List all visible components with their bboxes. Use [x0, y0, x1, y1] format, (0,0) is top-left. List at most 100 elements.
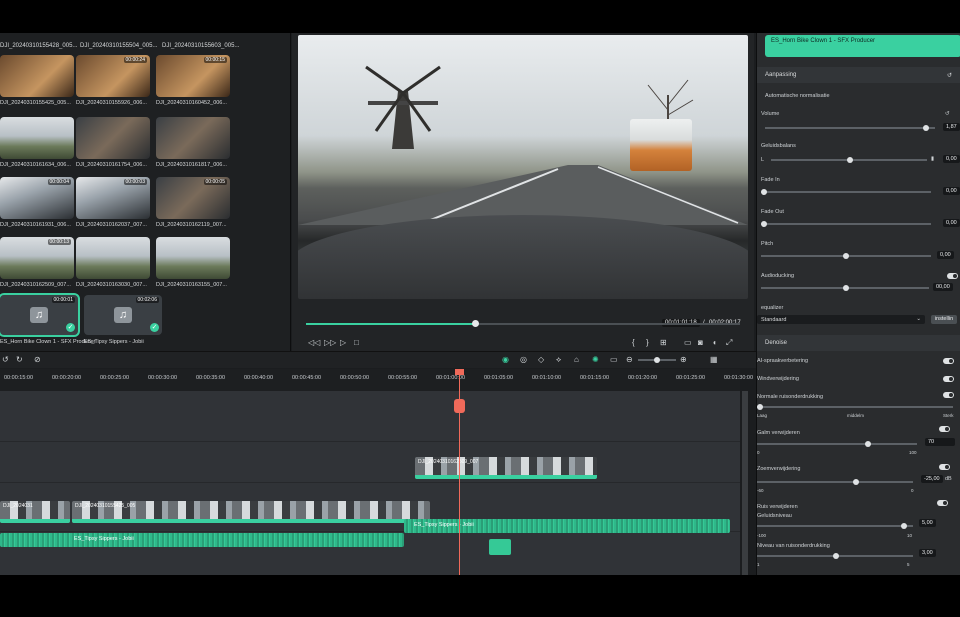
- noise-value[interactable]: 5,00: [919, 519, 936, 527]
- marker-icon[interactable]: ⟡: [556, 355, 561, 365]
- section-adjust[interactable]: Aanpassing ↺: [757, 67, 960, 83]
- sparkle-icon[interactable]: ✺: [592, 355, 599, 364]
- sfx-clip[interactable]: [489, 539, 511, 555]
- normal-noise-toggle[interactable]: [943, 392, 954, 398]
- media-thumbnail[interactable]: 00:00:03: [76, 177, 150, 219]
- prev-frame-icon[interactable]: ◁◁: [308, 338, 320, 347]
- zoom-slider[interactable]: [638, 357, 676, 363]
- timeline-scrollbar[interactable]: [742, 391, 748, 575]
- section-denoise[interactable]: Denoise: [757, 335, 960, 351]
- hum-slider[interactable]: [757, 441, 917, 447]
- ruler-tick: 00:01:05:00: [484, 375, 514, 381]
- shield-icon[interactable]: ◇: [538, 355, 544, 364]
- volume-reset-icon[interactable]: ↺: [945, 111, 950, 117]
- step-forward-icon[interactable]: ▷▷: [324, 338, 336, 347]
- scrubber-handle[interactable]: [472, 320, 480, 327]
- hiss-slider[interactable]: [757, 479, 913, 485]
- split-icon[interactable]: ⌂: [574, 355, 579, 364]
- volume-icon[interactable]: ◖: [712, 338, 717, 347]
- pitch-slider[interactable]: [761, 253, 931, 259]
- balance-value[interactable]: 0,00: [943, 155, 960, 163]
- frame-icon[interactable]: ▭: [610, 355, 618, 364]
- windmill-icon: [365, 65, 441, 149]
- equalizer-settings-button[interactable]: instellin: [931, 315, 957, 324]
- media-label: DJI_20240310162119_007...: [156, 222, 227, 228]
- noise-slider[interactable]: [757, 523, 913, 529]
- noise-level-slider[interactable]: [757, 553, 913, 559]
- bin-top-label-3: DJI_20240310155603_005...: [162, 43, 240, 49]
- noise-level-min: 1: [757, 562, 760, 567]
- media-thumbnail[interactable]: 00:00:04: [0, 177, 74, 219]
- snapshot-icon[interactable]: ◙: [698, 338, 703, 347]
- noise-removal-toggle[interactable]: [937, 500, 948, 506]
- hiss-toggle[interactable]: [939, 464, 950, 470]
- clip-title: ES_Horn Bike Clown 1 - SFX Producer: [771, 38, 876, 44]
- timeline-clip-main-1[interactable]: DJI_2024031: [0, 501, 70, 523]
- check-icon: ✓: [66, 323, 75, 332]
- playhead-marker[interactable]: [454, 399, 465, 413]
- audio-clip-1[interactable]: ES_Tipsy Sippers - Jobii: [0, 533, 404, 547]
- grid-icon[interactable]: ▦: [710, 355, 718, 364]
- fade-out-slider[interactable]: [761, 221, 931, 227]
- ai-voice-toggle[interactable]: [943, 358, 954, 364]
- clip-audio-bar: [415, 475, 597, 479]
- mark-out-icon[interactable]: }: [646, 338, 649, 347]
- media-thumbnail[interactable]: 00:00:15: [156, 55, 230, 97]
- media-thumbnail[interactable]: 00:02:06 ♫ ✓: [84, 295, 162, 335]
- ducking-slider[interactable]: [761, 285, 929, 291]
- undo-icon[interactable]: ↺: [2, 355, 9, 364]
- media-thumbnail[interactable]: 00:00:05: [156, 177, 230, 219]
- ruler-tick: 00:00:35:00: [196, 375, 226, 381]
- equalizer-select[interactable]: Standaard ⌄: [757, 315, 925, 324]
- media-thumbnail[interactable]: [76, 117, 150, 159]
- media-thumbnail[interactable]: [76, 237, 150, 279]
- audio-clip-2[interactable]: ES_Tipsy Sippers - Jobii: [404, 519, 730, 533]
- video-frame[interactable]: [298, 35, 748, 299]
- media-label: ES_Tipsy Sippers - Jobii: [84, 339, 144, 345]
- media-thumbnail[interactable]: 00:00:24: [76, 55, 150, 97]
- ruler-tick: 00:01:20:00: [628, 375, 658, 381]
- timeline-ruler[interactable]: 00:00:15:00 00:00:20:00 00:00:25:00 00:00:3…: [0, 369, 753, 392]
- noise-strength-slider[interactable]: [757, 404, 953, 410]
- volume-slider[interactable]: [765, 125, 935, 131]
- play-icon[interactable]: ▷: [340, 338, 346, 347]
- ruler-tick: 00:01:00:00: [436, 375, 466, 381]
- zoom-out-icon[interactable]: ⊖: [626, 355, 633, 364]
- ducking-toggle[interactable]: [947, 273, 958, 279]
- media-thumbnail[interactable]: [156, 117, 230, 159]
- timeline-clip-upper[interactable]: DJI_20240310162509_007: [415, 457, 597, 479]
- media-thumbnail[interactable]: [0, 55, 74, 97]
- stop-icon[interactable]: □: [354, 338, 359, 347]
- mark-in-icon[interactable]: {: [632, 338, 635, 347]
- snap-icon[interactable]: ◉: [502, 355, 509, 364]
- media-thumbnail[interactable]: [156, 237, 230, 279]
- hiss-value[interactable]: -25,00: [921, 475, 943, 483]
- volume-value[interactable]: 1,87: [943, 123, 960, 131]
- fullscreen-icon[interactable]: ⤢: [726, 338, 732, 348]
- fade-in-value[interactable]: 0,00: [943, 187, 960, 195]
- reset-icon[interactable]: ↺: [947, 72, 952, 79]
- hum-value[interactable]: 70: [925, 438, 955, 446]
- zoom-in-icon[interactable]: ⊕: [680, 355, 687, 364]
- media-thumbnail[interactable]: [0, 117, 74, 159]
- noise-level-value[interactable]: 3,00: [919, 549, 936, 557]
- hum-toggle[interactable]: [939, 426, 950, 432]
- ruler-tick: 00:00:50:00: [340, 375, 370, 381]
- balance-slider[interactable]: [771, 157, 927, 163]
- layout-icon[interactable]: ⊞: [660, 338, 667, 347]
- wind-toggle[interactable]: [943, 376, 954, 382]
- mic-icon[interactable]: ◎: [520, 355, 527, 364]
- ducking-value[interactable]: 00,00: [933, 283, 953, 291]
- media-thumbnail[interactable]: 00:00:13: [0, 237, 74, 279]
- link-icon[interactable]: ⊘: [34, 355, 41, 364]
- thumbnail-duration: 00:00:15: [203, 57, 227, 63]
- media-thumbnail[interactable]: 00:00:01 ♫ ✓: [0, 293, 80, 337]
- pitch-value[interactable]: 0,00: [937, 251, 954, 259]
- timeline-clip-main-2[interactable]: DJI_20240310155425_005: [72, 501, 430, 523]
- display-icon[interactable]: ▭: [684, 338, 692, 347]
- fade-out-value[interactable]: 0,00: [943, 219, 960, 227]
- fade-in-slider[interactable]: [761, 189, 931, 195]
- clip-audio-bar: [72, 519, 430, 523]
- redo-icon[interactable]: ↻: [16, 355, 23, 364]
- preview-scrubber[interactable]: [306, 320, 740, 327]
